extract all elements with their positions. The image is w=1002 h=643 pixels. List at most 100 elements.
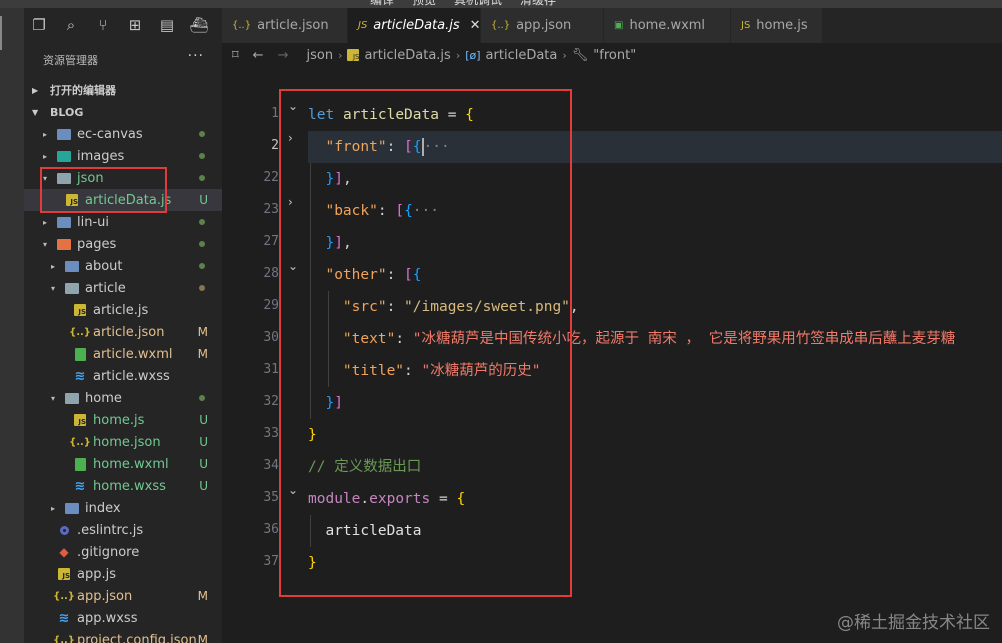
json-file-icon: {..} (53, 634, 75, 643)
menu-item[interactable]: 真机调试 (454, 0, 502, 8)
line-number: 29 (263, 298, 279, 313)
line-number: 22 (263, 170, 279, 185)
tree-item[interactable]: ▸ index (24, 497, 222, 519)
tree-item-label: .gitignore (77, 544, 140, 560)
line-number: 2 (271, 138, 279, 153)
tree-item[interactable]: {..} project.config.json M (24, 629, 222, 643)
tree-item[interactable]: JS article.js (24, 299, 222, 321)
tree-item[interactable]: ▾ article (24, 277, 222, 299)
variable-icon: [ø] (465, 48, 481, 62)
tree-item-label: .eslintrc.js (77, 522, 144, 538)
tree-item[interactable]: {..} home.json U (24, 431, 222, 453)
tree-item-label: app.js (77, 566, 116, 582)
code-line: }] (325, 395, 343, 411)
tab-app-json[interactable]: {..} app.json (481, 8, 604, 43)
docker-icon[interactable]: ⛴ (189, 16, 208, 34)
tree-item[interactable]: ▸ images (24, 145, 222, 167)
tree-item[interactable]: ▸ ec-canvas (24, 123, 222, 145)
search-icon[interactable]: ⌕ (62, 16, 80, 34)
folder-open-icon (64, 281, 80, 295)
code-editor[interactable]: 1 2 22 23 27 28 29 30 31 32 33 34 35 36 37 ⌄ › › ⌄ ⌄ l… (222, 67, 1002, 643)
wxml-file-icon (72, 347, 88, 361)
menu-item[interactable]: 清缓存 (520, 0, 556, 8)
watermark: @稀土掘金技术社区 (837, 613, 990, 633)
js-file-icon: JS (358, 20, 368, 31)
tree-item[interactable]: ≋ article.wxss (24, 365, 222, 387)
tree-item[interactable]: .eslintrc.js (24, 519, 222, 541)
close-icon[interactable]: ✕ (470, 18, 481, 33)
git-status-badge: M (197, 589, 208, 603)
tree-item[interactable]: JS app.js (24, 563, 222, 585)
line-number: 36 (263, 522, 279, 537)
line-number: 30 (263, 330, 279, 345)
wxml-file-icon: ▣ (614, 20, 624, 31)
tree-item[interactable]: ▸ lin-ui (24, 211, 222, 233)
tree-item[interactable]: ▾ home (24, 387, 222, 409)
js-file-icon: JS (64, 193, 80, 207)
code-line: "other": [{ (325, 267, 422, 283)
tree-item[interactable]: {..} article.json M (24, 321, 222, 343)
tree-item[interactable]: ◆ .gitignore (24, 541, 222, 563)
breadcrumb-property[interactable]: "front" (593, 48, 636, 63)
source-control-icon[interactable]: ⑂ (94, 16, 112, 34)
breadcrumb-file[interactable]: articleData.js (364, 48, 450, 63)
line-number: 34 (263, 458, 279, 473)
tree-item[interactable]: home.wxml U (24, 453, 222, 475)
git-status-badge: M (197, 325, 208, 339)
git-file-icon: ◆ (59, 545, 69, 559)
line-number: 31 (263, 362, 279, 377)
open-editors-section[interactable]: ▶ 打开的编辑器 (24, 79, 222, 101)
fold-chevron-down-icon[interactable]: ⌄ (288, 483, 298, 497)
folder-icon (64, 259, 80, 273)
tree-item[interactable]: JS home.js U (24, 409, 222, 431)
tree-item-label: article.js (93, 302, 149, 318)
fold-chevron-right-icon[interactable]: › (288, 131, 293, 145)
tree-item[interactable]: article.wxml M (24, 343, 222, 365)
fold-chevron-down-icon[interactable]: ⌄ (288, 259, 298, 273)
tree-item[interactable]: ▾ pages (24, 233, 222, 255)
tree-item[interactable]: JS articleData.js U (24, 189, 222, 211)
tree-item[interactable]: ≋ app.wxss (24, 607, 222, 629)
activity-bar (0, 8, 24, 643)
tree-item[interactable]: ▾ json (24, 167, 222, 189)
tree-item-label: app.wxss (77, 610, 138, 626)
tree-item-label: article (85, 280, 126, 296)
fold-chevron-right-icon[interactable]: › (288, 195, 293, 209)
tab-articleData-js[interactable]: JS articleData.js ✕ (348, 8, 481, 43)
forward-arrow-icon[interactable]: → (278, 48, 289, 63)
back-arrow-icon[interactable]: ← (253, 48, 264, 63)
tree-item[interactable]: ▸ about (24, 255, 222, 277)
folder-open-icon (56, 237, 72, 251)
folder-open-icon (64, 391, 80, 405)
menu-item[interactable]: 预览 (412, 0, 436, 8)
js-file-icon: JS (741, 20, 751, 31)
files-icon[interactable]: ❐ (30, 16, 48, 34)
tree-item-label: home.wxss (93, 478, 166, 494)
tree-item-label: home.json (93, 434, 161, 450)
fold-chevron-down-icon[interactable]: ⌄ (288, 99, 298, 113)
wechat-icon[interactable]: ▤ (158, 16, 176, 34)
tab-article-json[interactable]: {..} article.json (222, 8, 348, 43)
chevron-right-icon: ▶ (32, 85, 39, 95)
tree-item[interactable]: {..} app.json M (24, 585, 222, 607)
wxss-file-icon: ≋ (74, 368, 86, 384)
workspace-section[interactable]: ▼ BLOG (24, 101, 222, 123)
breadcrumb-folder[interactable]: json (306, 48, 333, 63)
breadcrumb-symbol[interactable]: articleData (486, 48, 558, 63)
title-bar: 编译 预览 真机调试 清缓存 (0, 0, 1002, 8)
bookmark-icon[interactable]: ⌑ (232, 48, 239, 63)
chevron-right-icon: ▸ (42, 129, 47, 139)
folder-icon (64, 501, 80, 515)
eslint-file-icon (56, 523, 72, 537)
chevron-right-icon: › (338, 48, 343, 62)
json-file-icon: {..} (69, 326, 91, 338)
code-line: articleData (325, 523, 422, 539)
tree-item[interactable]: ≋ home.wxss U (24, 475, 222, 497)
code-line: "front": [{··· (308, 131, 1002, 163)
more-actions-button[interactable]: ··· (188, 48, 204, 64)
code-line: // 定义数据出口 (308, 459, 422, 475)
tab-home-wxml[interactable]: ▣ home.wxml (604, 8, 731, 43)
tab-home-js[interactable]: JS home.js (731, 8, 823, 43)
extensions-icon[interactable]: ⊞ (126, 16, 144, 34)
menu-item[interactable]: 编译 (370, 0, 394, 8)
